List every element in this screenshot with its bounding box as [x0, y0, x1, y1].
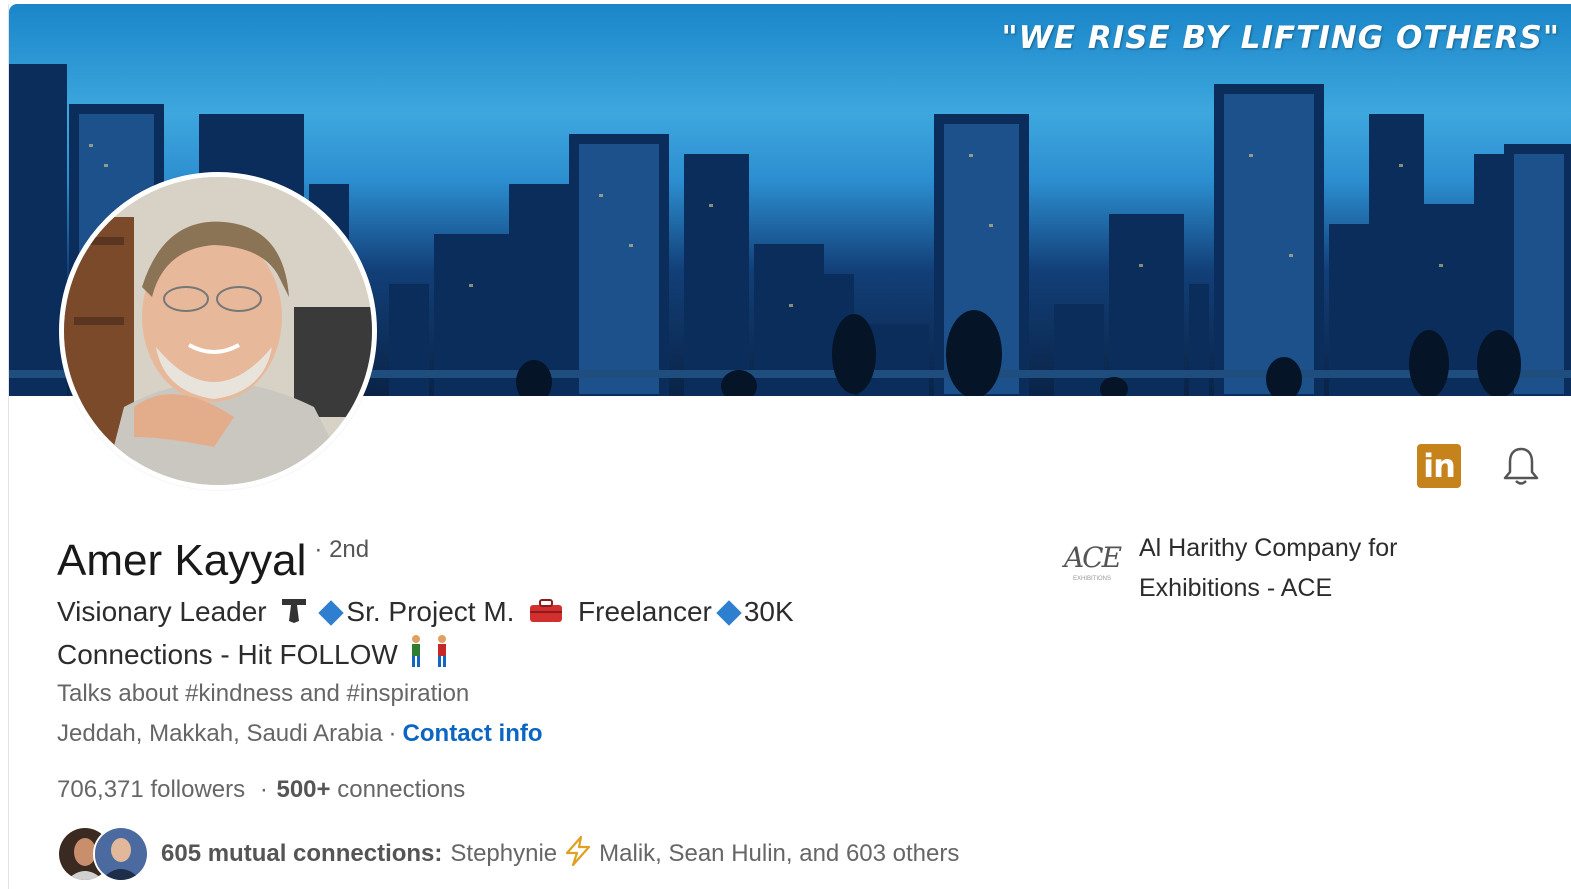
mutual-names-rest: Malik, Sean Hulin, and 603 others	[599, 840, 960, 867]
mutual-connections-row[interactable]: 605 mutual connections: Stephynie Malik,…	[57, 826, 959, 882]
company-logo: ACE EXHIBITIONS	[1059, 528, 1125, 594]
connections-label[interactable]: connections	[337, 776, 465, 803]
mutual-count: 605 mutual connections:	[161, 840, 443, 867]
people-walking-icon	[404, 634, 456, 679]
followers-row: 706,371 followers · 500+ connections	[57, 776, 465, 804]
blue-diamond-icon-2	[716, 599, 742, 626]
blue-diamond-icon	[318, 599, 345, 626]
bell-icon[interactable]	[1499, 444, 1543, 488]
headline-text-2: Sr. Project M.	[346, 596, 515, 627]
company-name[interactable]: Al Harithy Company for Exhibitions - ACE	[1139, 528, 1479, 608]
briefcase-icon	[528, 594, 564, 634]
company-logo-text: ACE	[1063, 540, 1122, 574]
followers-count: 706,371	[57, 776, 144, 803]
mutual-avatar-2	[93, 826, 149, 882]
lightning-icon	[563, 835, 593, 874]
profile-top-actions: in	[1417, 444, 1543, 488]
profile-name: Amer Kayyal	[57, 536, 307, 585]
current-company[interactable]: ACE EXHIBITIONS Al Harithy Company for E…	[1059, 528, 1479, 608]
location-separator: ·	[388, 720, 397, 747]
mutual-avatars	[57, 826, 151, 882]
location-text: Jeddah, Makkah, Saudi Arabia	[57, 720, 383, 747]
banner-quote: "WE RISE BY LIFTING OTHERS"	[1001, 20, 1560, 56]
headline-text-3: Freelancer	[578, 596, 712, 627]
tie-icon	[280, 594, 308, 634]
headline-text-4: 30K	[743, 596, 794, 627]
connections-separator: ·	[259, 776, 268, 803]
profile-name-row: Amer Kayyal · 2nd	[57, 536, 369, 586]
headline-text-5: Connections - Hit FOLLOW	[57, 638, 398, 670]
profile-photo	[64, 177, 372, 485]
company-logo-subtext: EXHIBITIONS	[1072, 575, 1111, 582]
connection-degree: · 2nd	[314, 536, 370, 563]
contact-info-link[interactable]: Contact info	[403, 720, 543, 747]
headline-text-1: Visionary Leader	[57, 596, 267, 627]
followers-label: followers	[150, 776, 246, 803]
location-row: Jeddah, Makkah, Saudi Arabia · Contact inf…	[57, 720, 543, 748]
profile-headline: Visionary Leader Sr. Project M. Freelanc…	[57, 592, 937, 679]
mutual-name-1: Stephynie	[450, 840, 558, 867]
profile-card: "WE RISE BY LIFTING OTHERS" in Amer Kayy…	[8, 4, 1571, 889]
linkedin-icon[interactable]: in	[1417, 444, 1461, 488]
profile-avatar[interactable]	[59, 172, 377, 490]
connections-count: 500+	[276, 776, 331, 803]
talks-about: Talks about #kindness and #inspiration	[57, 680, 470, 707]
